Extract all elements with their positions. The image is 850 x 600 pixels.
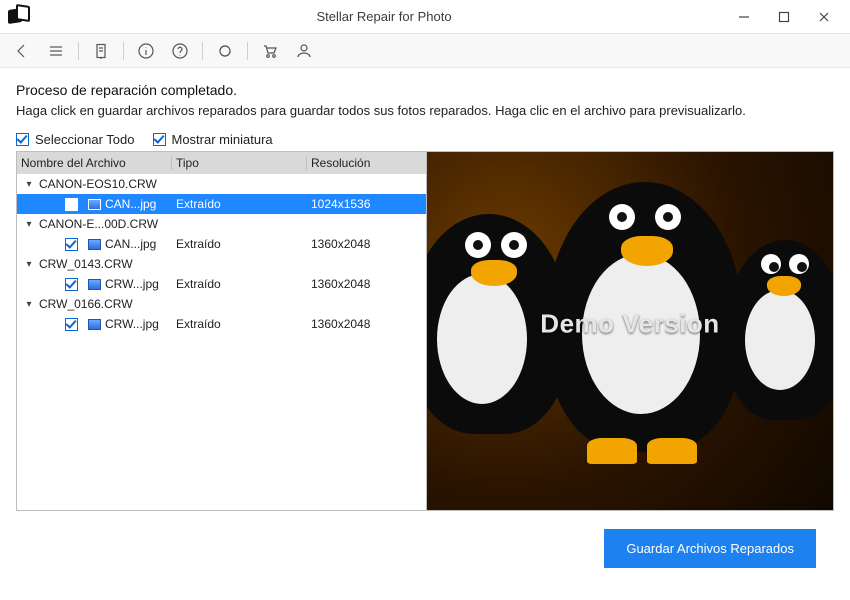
column-header-resolution[interactable]: Resolución (307, 156, 426, 170)
checkbox-icon (16, 133, 29, 146)
tree-child-row[interactable]: CAN...jpg Extraído 1024x1536 (17, 194, 426, 214)
tree-parent-row[interactable]: ▾ CANON-EOS10.CRW (17, 174, 426, 194)
tree-child-row[interactable]: CAN...jpg Extraído 1360x2048 (17, 234, 426, 254)
select-all-label: Seleccionar Todo (35, 132, 135, 147)
file-name: CANON-EOS10.CRW (39, 177, 157, 191)
maximize-button[interactable] (764, 5, 804, 29)
window-title: Stellar Repair for Photo (44, 9, 724, 24)
page-title: Proceso de reparación completado. (16, 82, 834, 98)
column-header-row: Nombre del Archivo Tipo Resolución (17, 152, 426, 174)
app-logo-icon (8, 5, 34, 29)
user-icon[interactable] (292, 39, 316, 63)
file-resolution: 1360x2048 (307, 277, 426, 291)
checkbox-icon[interactable] (65, 238, 78, 251)
chevron-down-icon[interactable]: ▾ (23, 179, 35, 190)
help-icon[interactable] (168, 39, 192, 63)
info-icon[interactable] (134, 39, 158, 63)
file-type: Extraído (172, 277, 307, 291)
file-name: CRW...jpg (105, 317, 159, 331)
tree-parent-row[interactable]: ▾ CRW_0166.CRW (17, 294, 426, 314)
toolbar-separator (247, 42, 248, 60)
back-button[interactable] (10, 39, 34, 63)
options-row: Seleccionar Todo Mostrar miniatura (16, 132, 834, 147)
menu-button[interactable] (44, 39, 68, 63)
split-pane: Nombre del Archivo Tipo Resolución ▾ CANO… (16, 151, 834, 511)
file-type: Extraído (172, 197, 307, 211)
file-name: CRW_0166.CRW (39, 297, 133, 311)
chevron-down-icon[interactable]: ▾ (23, 219, 35, 230)
file-resolution: 1360x2048 (307, 237, 426, 251)
show-thumbnail-checkbox[interactable]: Mostrar miniatura (153, 132, 273, 147)
window-controls (724, 5, 844, 29)
checkbox-icon[interactable] (65, 198, 78, 211)
tree-parent-row[interactable]: ▾ CANON-E...00D.CRW (17, 214, 426, 234)
title-bar: Stellar Repair for Photo (0, 0, 850, 34)
tree-body: ▾ CANON-EOS10.CRW CAN...jpg Extraído 1024… (17, 174, 426, 510)
image-icon (88, 279, 101, 290)
preview-pane: Demo Version (427, 152, 833, 510)
column-header-type[interactable]: Tipo (172, 156, 307, 170)
minimize-button[interactable] (724, 5, 764, 29)
content-area: Proceso de reparación completado. Haga c… (0, 68, 850, 600)
select-all-checkbox[interactable]: Seleccionar Todo (16, 132, 135, 147)
image-icon (88, 199, 101, 210)
file-name: CANON-E...00D.CRW (39, 217, 158, 231)
doc-icon[interactable] (89, 39, 113, 63)
image-icon (88, 239, 101, 250)
refresh-icon[interactable] (213, 39, 237, 63)
page-subtitle: Haga click en guardar archivos reparados… (16, 102, 834, 120)
save-repaired-button[interactable]: Guardar Archivos Reparados (604, 529, 816, 568)
file-type: Extraído (172, 237, 307, 251)
file-type: Extraído (172, 317, 307, 331)
checkbox-icon (153, 133, 166, 146)
column-header-name[interactable]: Nombre del Archivo (17, 156, 172, 170)
footer: Guardar Archivos Reparados (16, 511, 834, 586)
tree-child-row[interactable]: CRW...jpg Extraído 1360x2048 (17, 274, 426, 294)
chevron-down-icon[interactable]: ▾ (23, 299, 35, 310)
image-icon (88, 319, 101, 330)
close-button[interactable] (804, 5, 844, 29)
tree-child-row[interactable]: CRW...jpg Extraído 1360x2048 (17, 314, 426, 334)
toolbar-separator (123, 42, 124, 60)
file-name: CRW...jpg (105, 277, 159, 291)
file-name: CAN...jpg (105, 237, 156, 251)
checkbox-icon[interactable] (65, 318, 78, 331)
file-list-pane: Nombre del Archivo Tipo Resolución ▾ CANO… (17, 152, 427, 510)
tree-parent-row[interactable]: ▾ CRW_0143.CRW (17, 254, 426, 274)
checkbox-icon[interactable] (65, 278, 78, 291)
file-name: CAN...jpg (105, 197, 156, 211)
file-resolution: 1360x2048 (307, 317, 426, 331)
preview-watermark: Demo Version (540, 308, 719, 339)
file-name: CRW_0143.CRW (39, 257, 133, 271)
toolbar (0, 34, 850, 68)
toolbar-separator (202, 42, 203, 60)
file-resolution: 1024x1536 (307, 197, 426, 211)
cart-icon[interactable] (258, 39, 282, 63)
show-thumbnail-label: Mostrar miniatura (172, 132, 273, 147)
toolbar-separator (78, 42, 79, 60)
chevron-down-icon[interactable]: ▾ (23, 259, 35, 270)
